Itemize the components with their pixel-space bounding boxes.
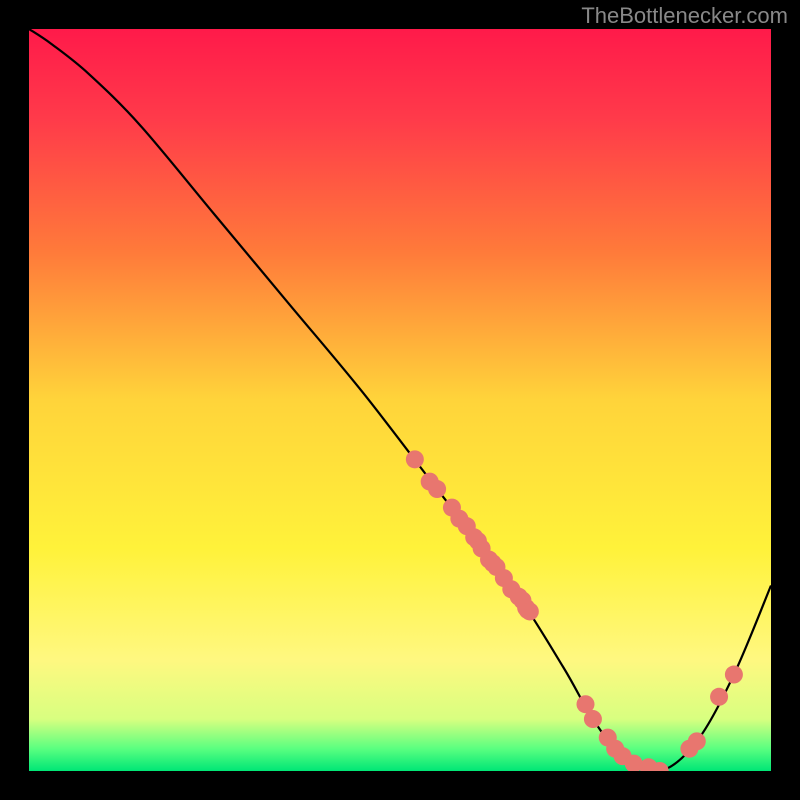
watermark-text: TheBottlenecker.com	[581, 3, 788, 29]
chart-container: TheBottlenecker.com	[0, 0, 800, 800]
data-marker	[406, 450, 424, 468]
gradient-background	[29, 29, 771, 771]
data-marker	[688, 732, 706, 750]
data-marker	[710, 688, 728, 706]
plot-area	[29, 29, 771, 771]
data-marker	[725, 666, 743, 684]
data-marker	[584, 710, 602, 728]
chart-svg	[29, 29, 771, 771]
data-marker	[521, 602, 539, 620]
data-marker	[428, 480, 446, 498]
